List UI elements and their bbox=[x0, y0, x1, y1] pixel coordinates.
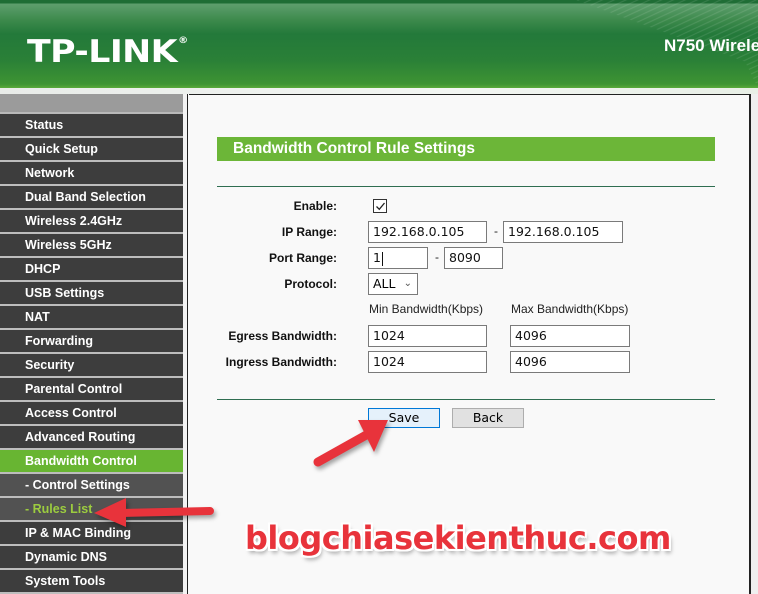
ip-range-label-wrap: IP Range: bbox=[217, 225, 337, 245]
annotation-arrow-save-icon bbox=[313, 420, 388, 467]
router-admin-page: TP-LINK® N750 Wireless Status Quick Setu… bbox=[0, 0, 758, 594]
port-start-value: 1 bbox=[373, 250, 381, 265]
sidebar-item-forwarding[interactable]: Forwarding bbox=[0, 330, 183, 352]
egress-bandwidth-label: Egress Bandwidth: bbox=[228, 329, 337, 343]
sidebar-item-wireless-5ghz[interactable]: Wireless 5GHz bbox=[0, 234, 183, 256]
ip-range-start-input[interactable]: 192.168.0.105 bbox=[368, 221, 487, 243]
protocol-select[interactable]: ALL ⌄ bbox=[368, 273, 418, 295]
ip-range-label: IP Range: bbox=[281, 225, 337, 239]
registered-mark: ® bbox=[178, 36, 188, 46]
enable-checkbox[interactable] bbox=[373, 199, 387, 213]
header-banner: TP-LINK® N750 Wireless bbox=[0, 0, 758, 88]
main-frame-border bbox=[749, 94, 758, 594]
sidebar-item-usb-settings[interactable]: USB Settings bbox=[0, 282, 183, 304]
model-name: N750 Wireless bbox=[664, 36, 758, 55]
ingress-bandwidth-label: Ingress Bandwidth: bbox=[225, 355, 337, 369]
sidebar-item-parental-control[interactable]: Parental Control bbox=[0, 378, 183, 400]
sidebar-item-dhcp[interactable]: DHCP bbox=[0, 258, 183, 280]
sidebar-top-band bbox=[0, 94, 183, 114]
sidebar-item-dynamic-dns[interactable]: Dynamic DNS bbox=[0, 546, 183, 568]
back-button[interactable]: Back bbox=[452, 408, 524, 428]
ingress-label-wrap: Ingress Bandwidth: bbox=[217, 355, 337, 375]
top-divider bbox=[217, 186, 715, 187]
annotation-arrow-rules-list-icon bbox=[94, 498, 214, 527]
port-range-separator: - bbox=[435, 250, 439, 264]
port-range-start-input[interactable]: 1 bbox=[368, 247, 428, 269]
port-range-label-wrap: Port Range: bbox=[217, 251, 337, 271]
egress-max-input[interactable]: 4096 bbox=[510, 325, 630, 347]
tp-link-logo: TP-LINK® bbox=[27, 34, 188, 70]
sidebar-item-security[interactable]: Security bbox=[0, 354, 183, 376]
port-range-end-input[interactable]: 8090 bbox=[444, 247, 503, 269]
ingress-min-input[interactable]: 1024 bbox=[368, 351, 487, 373]
logo-text: TP-LINK bbox=[27, 34, 178, 70]
sidebar-subitem-control-settings[interactable]: - Control Settings bbox=[0, 474, 183, 496]
sidebar-item-network[interactable]: Network bbox=[0, 162, 183, 184]
port-range-label: Port Range: bbox=[268, 251, 337, 265]
watermark-text: blogchiasekienthuc.com bbox=[245, 519, 671, 557]
egress-min-input[interactable]: 1024 bbox=[368, 325, 487, 347]
protocol-label: Protocol: bbox=[284, 277, 337, 291]
checkmark-icon bbox=[376, 202, 386, 211]
bottom-divider bbox=[217, 399, 715, 400]
enable-label-wrap: Enable: bbox=[217, 199, 337, 219]
text-cursor bbox=[381, 251, 383, 266]
protocol-selected-value: ALL bbox=[373, 276, 396, 291]
enable-label: Enable: bbox=[293, 199, 337, 213]
ingress-max-input[interactable]: 4096 bbox=[510, 351, 630, 373]
sidebar-item-nat[interactable]: NAT bbox=[0, 306, 183, 328]
ip-range-end-input[interactable]: 192.168.0.105 bbox=[503, 221, 623, 243]
sidebar-item-system-tools[interactable]: System Tools bbox=[0, 570, 183, 592]
egress-label-wrap: Egress Bandwidth: bbox=[217, 329, 337, 349]
sidebar-item-bandwidth-control[interactable]: Bandwidth Control bbox=[0, 450, 183, 472]
min-bandwidth-header: Min Bandwidth(Kbps) bbox=[369, 302, 484, 316]
chevron-down-icon: ⌄ bbox=[403, 278, 412, 289]
sidebar-item-advanced-routing[interactable]: Advanced Routing bbox=[0, 426, 183, 448]
max-bandwidth-header: Max Bandwidth(Kbps) bbox=[511, 302, 629, 316]
sidebar-item-status[interactable]: Status bbox=[0, 114, 183, 136]
ip-range-separator: - bbox=[494, 224, 498, 238]
sidebar-item-quick-setup[interactable]: Quick Setup bbox=[0, 138, 183, 160]
sidebar-item-wireless-24ghz[interactable]: Wireless 2.4GHz bbox=[0, 210, 183, 232]
sidebar-item-access-control[interactable]: Access Control bbox=[0, 402, 183, 424]
page-title: Bandwidth Control Rule Settings bbox=[217, 137, 715, 161]
sidebar-item-dual-band-selection[interactable]: Dual Band Selection bbox=[0, 186, 183, 208]
protocol-label-wrap: Protocol: bbox=[217, 277, 337, 297]
